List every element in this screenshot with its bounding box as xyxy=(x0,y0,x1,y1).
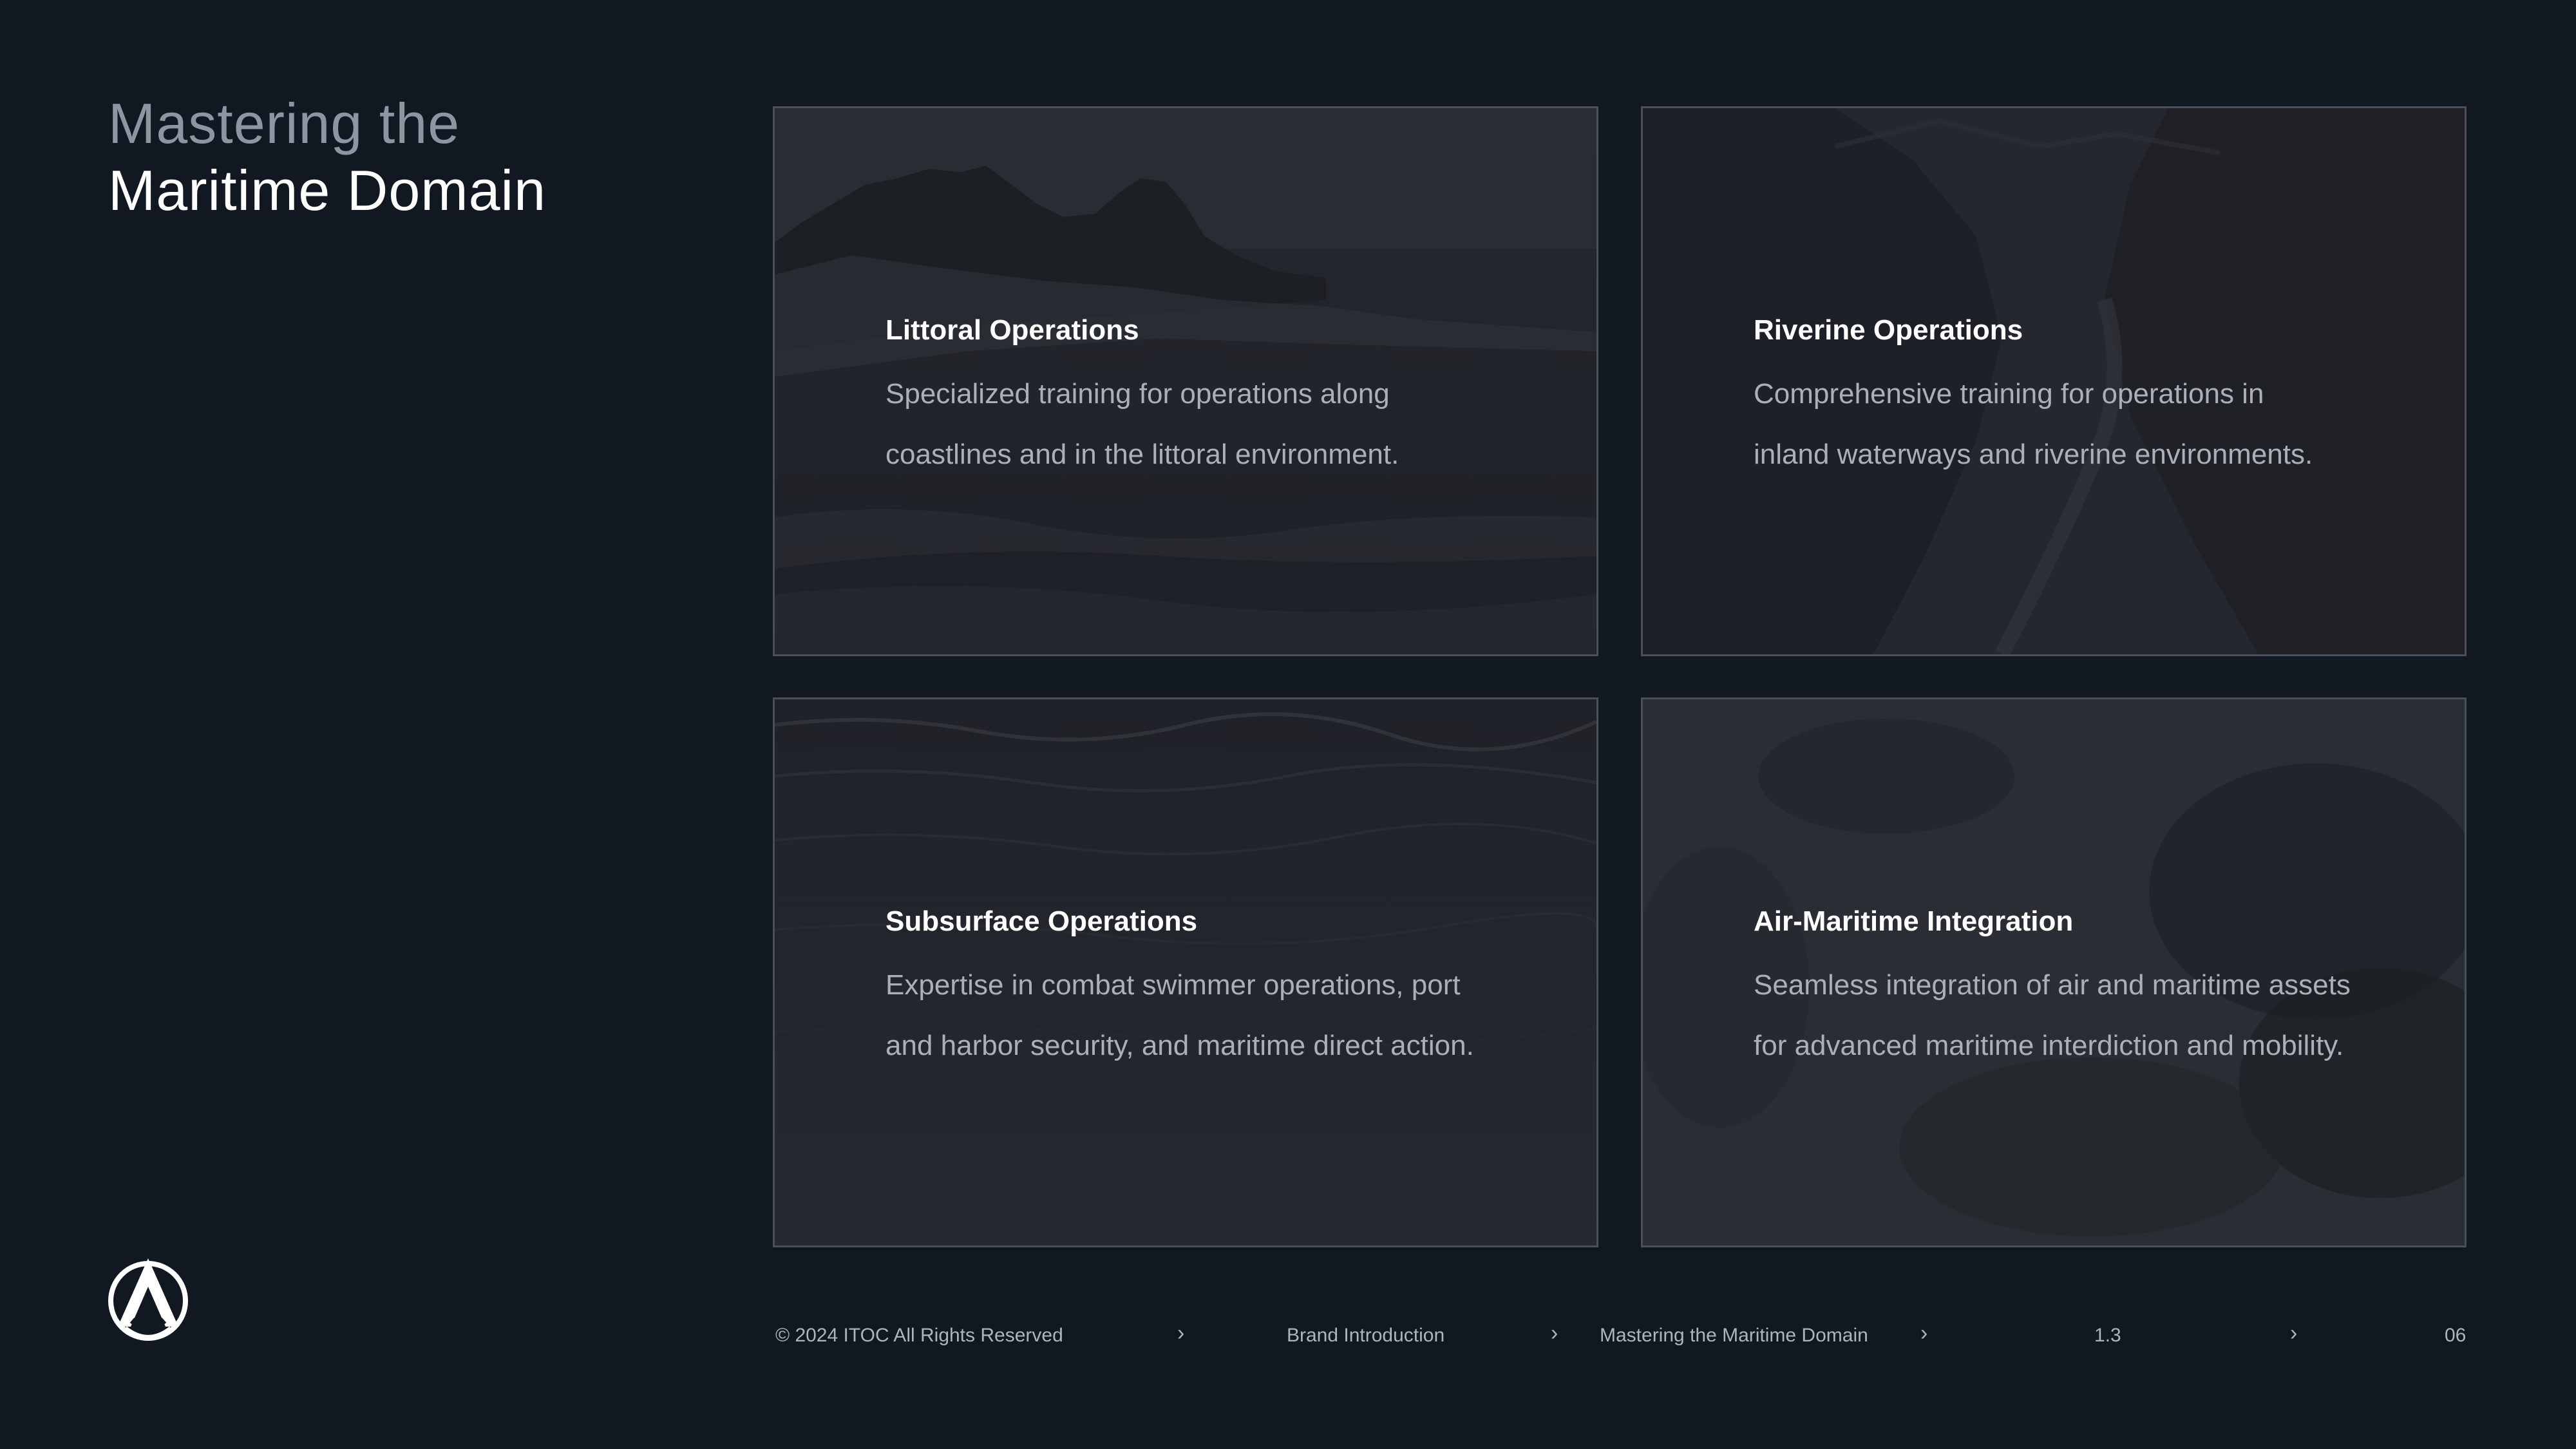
card-description-line2: for advanced maritime interdiction and m… xyxy=(1754,1030,2344,1061)
itoc-logo-icon xyxy=(106,1256,190,1343)
card-description: Comprehensive training for operations in… xyxy=(1754,364,2410,485)
card-title: Air-Maritime Integration xyxy=(1754,905,2074,937)
card-description: Specialized training for operations alon… xyxy=(886,364,1542,485)
chevron-right-icon: › xyxy=(1551,1321,1558,1345)
card-description-line2: coastlines and in the littoral environme… xyxy=(886,439,1399,470)
card-description: Seamless integration of air and maritime… xyxy=(1754,955,2410,1076)
card-air-maritime-integration[interactable]: Air-Maritime Integration Seamless integr… xyxy=(1641,697,2467,1247)
card-description: Expertise in combat swimmer operations, … xyxy=(886,955,1542,1076)
card-littoral-operations[interactable]: Littoral Operations Specialized training… xyxy=(773,106,1598,656)
card-description-line1: Comprehensive training for operations in xyxy=(1754,378,2264,410)
footer-copyright: © 2024 ITOC All Rights Reserved xyxy=(775,1325,1063,1346)
card-description-line1: Seamless integration of air and maritime… xyxy=(1754,969,2351,1001)
chevron-right-icon: › xyxy=(2290,1321,2298,1345)
card-title: Riverine Operations xyxy=(1754,314,2023,346)
page-title-line2: Maritime Domain xyxy=(108,158,547,222)
card-title: Subsurface Operations xyxy=(886,905,1198,937)
chevron-right-icon: › xyxy=(1177,1321,1185,1345)
card-description-line1: Expertise in combat swimmer operations, … xyxy=(886,969,1461,1001)
footer-page-number: 06 xyxy=(2445,1325,2467,1346)
footer-breadcrumb-section[interactable]: Brand Introduction xyxy=(1287,1323,1444,1349)
card-content: Littoral Operations Specialized training… xyxy=(886,311,1542,485)
card-subsurface-operations[interactable]: Subsurface Operations Expertise in comba… xyxy=(773,697,1598,1247)
card-description-line2: inland waterways and riverine environmen… xyxy=(1754,439,2313,470)
card-riverine-operations[interactable]: Riverine Operations Comprehensive traini… xyxy=(1641,106,2467,656)
card-content: Riverine Operations Comprehensive traini… xyxy=(1754,311,2410,485)
page-title-line1: Mastering the xyxy=(108,91,460,155)
card-title: Littoral Operations xyxy=(886,314,1139,346)
card-description-line2: and harbor security, and maritime direct… xyxy=(886,1030,1474,1061)
card-content: Subsurface Operations Expertise in comba… xyxy=(886,902,1542,1076)
card-content: Air-Maritime Integration Seamless integr… xyxy=(1754,902,2410,1076)
page-title: Mastering the Maritime Domain xyxy=(108,90,546,224)
chevron-right-icon: › xyxy=(1920,1321,1928,1345)
footer-section-number: 1.3 xyxy=(2094,1325,2121,1346)
footer-breadcrumb-subsection[interactable]: Mastering the Maritime Domain xyxy=(1600,1323,1868,1349)
card-description-line1: Specialized training for operations alon… xyxy=(886,378,1390,410)
slide: Mastering the Maritime Domain Littoral O… xyxy=(0,0,2576,1449)
